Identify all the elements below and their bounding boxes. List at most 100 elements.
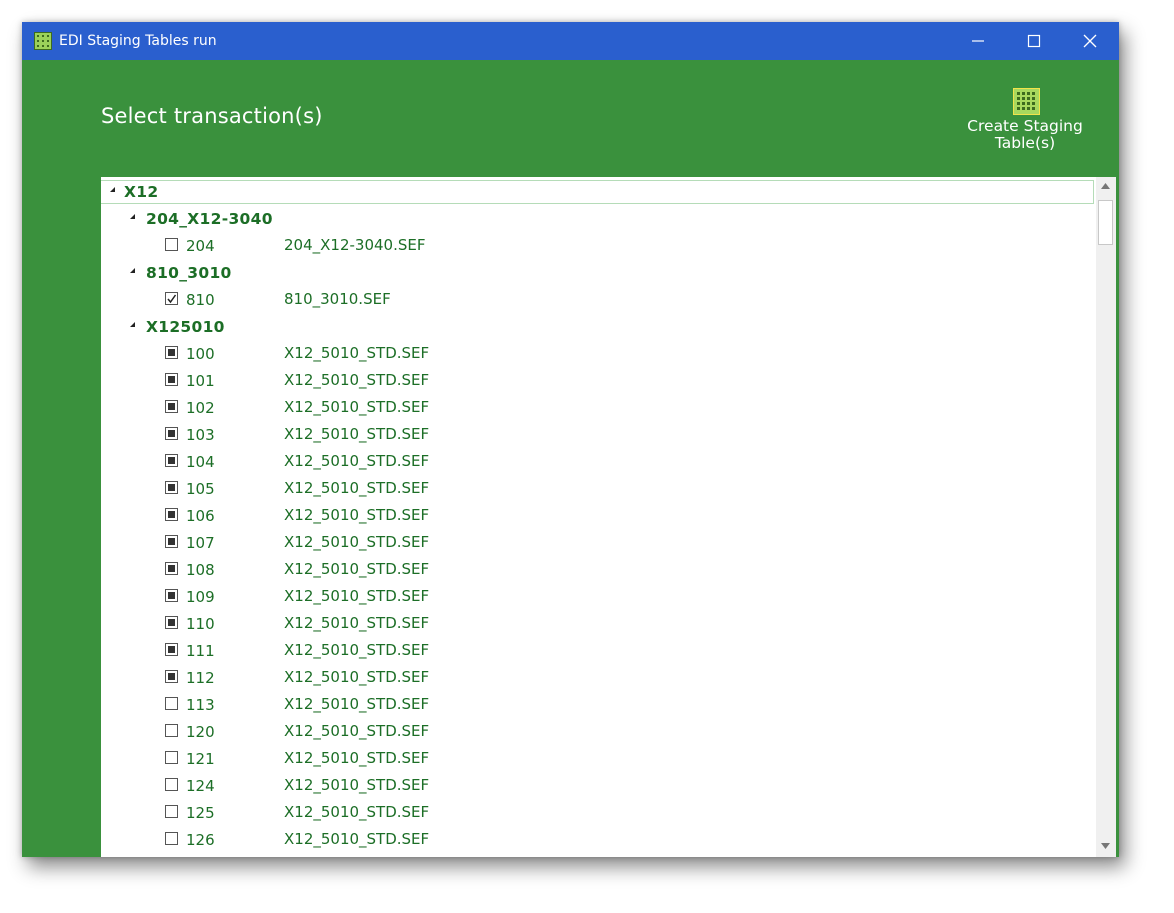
transaction-code: 102	[186, 399, 215, 417]
tree-group-label: 204_X12-3040	[146, 210, 273, 228]
tree-group-label: 810_3010	[146, 264, 232, 282]
checkbox[interactable]	[165, 373, 178, 386]
sef-filename: X12_5010_STD.SEF	[284, 830, 430, 848]
checkbox[interactable]	[165, 346, 178, 359]
checkbox[interactable]	[165, 778, 178, 791]
checkbox[interactable]	[165, 454, 178, 467]
checkbox[interactable]	[165, 589, 178, 602]
sef-filename: X12_5010_STD.SEF	[284, 533, 430, 551]
checkbox[interactable]	[165, 427, 178, 440]
sef-filename: X12_5010_STD.SEF	[284, 803, 430, 821]
checkbox[interactable]	[165, 670, 178, 683]
scroll-up-icon[interactable]	[1101, 183, 1110, 189]
sef-filename: X12_5010_STD.SEF	[284, 344, 430, 362]
tree-item-row[interactable]: 106 X12_5010_STD.SEF	[101, 504, 1091, 526]
tree-item-row[interactable]: 105 X12_5010_STD.SEF	[101, 477, 1091, 499]
app-window: EDI Staging Tables run Select transactio…	[22, 22, 1119, 857]
tree-item-row[interactable]: 107 X12_5010_STD.SEF	[101, 531, 1091, 553]
checkbox[interactable]	[165, 643, 178, 656]
vertical-scrollbar[interactable]	[1096, 177, 1116, 857]
transaction-code: 204	[186, 237, 215, 255]
title-bar[interactable]: EDI Staging Tables run	[22, 22, 1119, 60]
maximize-icon	[1027, 34, 1041, 48]
expand-arrow-icon[interactable]	[110, 187, 115, 192]
sef-filename: X12_5010_STD.SEF	[284, 371, 430, 389]
checkbox[interactable]	[165, 292, 178, 305]
checkbox[interactable]	[165, 535, 178, 548]
sef-filename: X12_5010_STD.SEF	[284, 695, 430, 713]
checkbox[interactable]	[165, 724, 178, 737]
tree-item-row[interactable]: 108 X12_5010_STD.SEF	[101, 558, 1091, 580]
scroll-down-icon[interactable]	[1101, 843, 1110, 849]
transaction-code: 113	[186, 696, 215, 714]
sef-filename: X12_5010_STD.SEF	[284, 452, 430, 470]
checkbox[interactable]	[165, 697, 178, 710]
tree-group-810_3010[interactable]: 810_3010	[101, 261, 1091, 283]
transaction-code: 112	[186, 669, 215, 687]
tree-item-row[interactable]: 810 810_3010.SEF	[101, 288, 1091, 310]
checkbox[interactable]	[165, 481, 178, 494]
scrollbar-thumb[interactable]	[1098, 200, 1113, 245]
tree-node-root[interactable]: X12	[101, 180, 1091, 202]
transaction-code: 105	[186, 480, 215, 498]
tree-item-row[interactable]: 125 X12_5010_STD.SEF	[101, 801, 1091, 823]
tree-item-row[interactable]: 126 X12_5010_STD.SEF	[101, 828, 1091, 850]
tree-item-row[interactable]: 121 X12_5010_STD.SEF	[101, 747, 1091, 769]
checkbox[interactable]	[165, 562, 178, 575]
tree-item-row[interactable]: 204 204_X12-3040.SEF	[101, 234, 1091, 256]
tree-group-label: X125010	[146, 318, 225, 336]
tree-item-row[interactable]: 113 X12_5010_STD.SEF	[101, 693, 1091, 715]
tree-item-row[interactable]: 120 X12_5010_STD.SEF	[101, 720, 1091, 742]
transaction-code: 111	[186, 642, 215, 660]
expand-arrow-icon[interactable]	[130, 268, 135, 273]
tree-group-204_x12-3040[interactable]: 204_X12-3040	[101, 207, 1091, 229]
create-button-label-line2: Table(s)	[994, 134, 1056, 152]
checkbox[interactable]	[165, 616, 178, 629]
sef-filename: X12_5010_STD.SEF	[284, 722, 430, 740]
tree-item-row[interactable]: 111 X12_5010_STD.SEF	[101, 639, 1091, 661]
sef-filename: X12_5010_STD.SEF	[284, 776, 430, 794]
tree-item-row[interactable]: 100 X12_5010_STD.SEF	[101, 342, 1091, 364]
sef-filename: X12_5010_STD.SEF	[284, 641, 430, 659]
transaction-code: 120	[186, 723, 215, 741]
checkbox[interactable]	[165, 751, 178, 764]
expand-arrow-icon[interactable]	[130, 214, 135, 219]
transaction-code: 100	[186, 345, 215, 363]
sef-filename: X12_5010_STD.SEF	[284, 479, 430, 497]
checkbox[interactable]	[165, 508, 178, 521]
transaction-code: 101	[186, 372, 215, 390]
transaction-code: 125	[186, 804, 215, 822]
checkbox[interactable]	[165, 832, 178, 845]
transaction-code: 110	[186, 615, 215, 633]
create-button-label: Create Staging Table(s)	[957, 118, 1093, 152]
close-button[interactable]	[1062, 22, 1118, 60]
tree-item-row[interactable]: 112 X12_5010_STD.SEF	[101, 666, 1091, 688]
transaction-code: 810	[186, 291, 215, 309]
transaction-code: 104	[186, 453, 215, 471]
transaction-code: 121	[186, 750, 215, 768]
tree-group-x125010[interactable]: X125010	[101, 315, 1091, 337]
maximize-button[interactable]	[1006, 22, 1062, 60]
tree-item-row[interactable]: 124 X12_5010_STD.SEF	[101, 774, 1091, 796]
transaction-tree[interactable]: X12 204_X12-3040 204 204_X12-3040.SEF 810_30…	[101, 177, 1116, 857]
sef-filename: X12_5010_STD.SEF	[284, 425, 430, 443]
minimize-button[interactable]	[950, 22, 1006, 60]
checkbox[interactable]	[165, 238, 178, 251]
expand-arrow-icon[interactable]	[130, 322, 135, 327]
tree-item-row[interactable]: 110 X12_5010_STD.SEF	[101, 612, 1091, 634]
transaction-code: 109	[186, 588, 215, 606]
tree-item-row[interactable]: 109 X12_5010_STD.SEF	[101, 585, 1091, 607]
tree-item-row[interactable]: 102 X12_5010_STD.SEF	[101, 396, 1091, 418]
transaction-code: 126	[186, 831, 215, 849]
sef-filename: X12_5010_STD.SEF	[284, 749, 430, 767]
sef-filename: X12_5010_STD.SEF	[284, 398, 430, 416]
sef-filename: X12_5010_STD.SEF	[284, 506, 430, 524]
checkbox[interactable]	[165, 400, 178, 413]
tree-item-row[interactable]: 103 X12_5010_STD.SEF	[101, 423, 1091, 445]
tree-item-row[interactable]: 101 X12_5010_STD.SEF	[101, 369, 1091, 391]
create-staging-tables-button[interactable]: Create Staging Table(s)	[957, 84, 1093, 184]
sef-filename: X12_5010_STD.SEF	[284, 560, 430, 578]
checkbox[interactable]	[165, 805, 178, 818]
tree-item-row[interactable]: 104 X12_5010_STD.SEF	[101, 450, 1091, 472]
sef-filename: 810_3010.SEF	[284, 290, 391, 308]
